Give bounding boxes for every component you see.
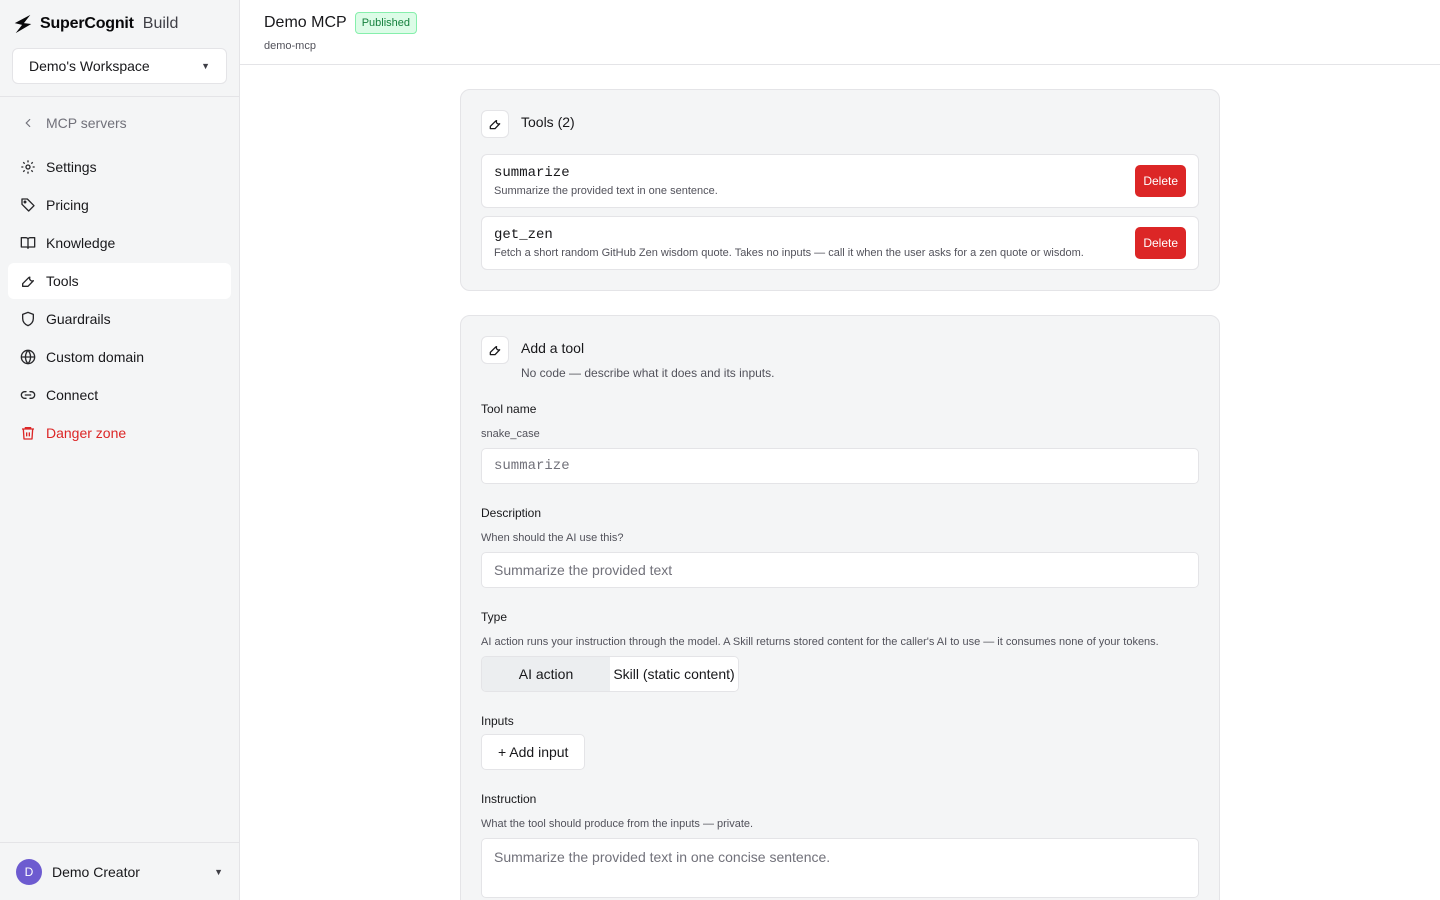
back-label: MCP servers: [46, 115, 127, 131]
sidebar-item-danger-zone[interactable]: Danger zone: [8, 415, 231, 451]
tool-name-field: Tool name snake_case: [481, 402, 1199, 484]
instruction-field: Instruction What the tool should produce…: [481, 792, 1199, 900]
user-name: Demo Creator: [52, 863, 140, 880]
sidebar-item-tools[interactable]: Tools: [8, 263, 231, 299]
field-label: Description: [481, 506, 542, 520]
sidebar-item-guardrails[interactable]: Guardrails: [8, 301, 231, 337]
tools-card-header: Tools (2): [481, 110, 1199, 138]
content-area: Tools (2) summarize Summarize the provid…: [240, 65, 1440, 900]
sidebar-item-label: Guardrails: [46, 311, 111, 327]
sidebar-item-label: Knowledge: [46, 235, 116, 251]
brand-name: SuperCognit: [40, 15, 134, 32]
shield-icon: [20, 311, 36, 327]
tool-description: Fetch a short random GitHub Zen wisdom q…: [494, 247, 1084, 259]
page-header: Demo MCP Published demo-mcp: [240, 0, 1440, 65]
field-help: snake_case: [481, 428, 540, 440]
avatar: D: [16, 858, 42, 885]
wrench-icon: [481, 110, 509, 138]
delete-tool-button[interactable]: Delete: [1135, 227, 1186, 259]
field-help: When should the AI use this?: [481, 532, 624, 544]
main-panel: Demo MCP Published demo-mcp Tools (2) su…: [240, 0, 1440, 900]
bolt-logo-icon: [12, 13, 34, 35]
workspace-selector[interactable]: Demo's Workspace ▼: [12, 48, 227, 84]
add-input-button[interactable]: + Add input: [481, 734, 586, 770]
tool-info: get_zen Fetch a short random GitHub Zen …: [494, 227, 1084, 259]
add-tool-header: Add a tool No code — describe what it do…: [481, 336, 1199, 380]
sidebar-item-label: Custom domain: [46, 349, 145, 365]
wrench-icon: [481, 336, 509, 364]
tool-name: get_zen: [494, 227, 553, 243]
status-badge: Published: [354, 12, 418, 34]
sidebar-item-label: Danger zone: [46, 425, 127, 441]
inputs-field: Inputs + Add input: [481, 714, 1199, 770]
description-input[interactable]: [481, 552, 1199, 588]
sidebar-item-knowledge[interactable]: Knowledge: [8, 225, 231, 261]
server-slug: demo-mcp: [264, 40, 316, 52]
sidebar-item-custom-domain[interactable]: Custom domain: [8, 339, 231, 375]
globe-icon: [20, 349, 36, 365]
add-tool-heading: Add a tool No code — describe what it do…: [521, 336, 774, 380]
add-tool-card: Add a tool No code — describe what it do…: [460, 315, 1220, 900]
user-menu[interactable]: D Demo Creator ▼: [0, 842, 239, 900]
add-tool-subtitle: No code — describe what it does and its …: [521, 366, 775, 380]
instruction-textarea[interactable]: [481, 838, 1199, 898]
tool-row-get-zen: get_zen Fetch a short random GitHub Zen …: [481, 216, 1199, 270]
tool-name: summarize: [494, 165, 570, 181]
type-option-skill[interactable]: Skill (static content): [610, 657, 738, 691]
field-label: Tool name: [481, 402, 537, 416]
sidebar-item-connect[interactable]: Connect: [8, 377, 231, 413]
brand[interactable]: SuperCognit Build: [0, 0, 239, 36]
tools-card-title: Tools (2): [521, 114, 575, 130]
field-help: AI action runs your instruction through …: [481, 636, 1159, 648]
caret-down-icon: ▼: [214, 866, 223, 877]
tool-description: Summarize the provided text in one sente…: [494, 185, 718, 197]
back-to-mcp-servers[interactable]: MCP servers: [8, 105, 231, 141]
description-field: Description When should the AI use this?: [481, 506, 1199, 588]
book-icon: [20, 235, 36, 251]
page-title: Demo MCP: [264, 14, 347, 31]
sidebar-nav: MCP servers Settings Pricing Knowledge T…: [0, 97, 239, 451]
chevron-left-icon: [20, 115, 36, 131]
tool-info: summarize Summarize the provided text in…: [494, 165, 718, 197]
sidebar-item-label: Pricing: [46, 197, 89, 213]
gear-icon: [20, 159, 36, 175]
field-label: Type: [481, 610, 508, 624]
type-toggle: AI action Skill (static content): [481, 656, 739, 692]
app-root: SuperCognit Build Demo's Workspace ▼ MCP…: [0, 0, 1440, 900]
trash-icon: [20, 425, 36, 441]
sidebar: SuperCognit Build Demo's Workspace ▼ MCP…: [0, 0, 240, 900]
tool-row-summarize: summarize Summarize the provided text in…: [481, 154, 1199, 208]
field-help: What the tool should produce from the in…: [481, 818, 754, 830]
sidebar-item-settings[interactable]: Settings: [8, 149, 231, 185]
type-field: Type AI action runs your instruction thr…: [481, 610, 1199, 692]
wrench-icon: [20, 273, 36, 289]
field-label: Instruction: [481, 792, 537, 806]
sidebar-item-label: Connect: [46, 387, 99, 403]
sidebar-item-label: Settings: [46, 159, 97, 175]
tool-name-input[interactable]: [481, 448, 1199, 484]
sidebar-item-pricing[interactable]: Pricing: [8, 187, 231, 223]
tools-card: Tools (2) summarize Summarize the provid…: [460, 89, 1220, 291]
workspace-label: Demo's Workspace: [29, 58, 150, 74]
sidebar-item-label: Tools: [46, 273, 79, 289]
link-icon: [20, 387, 36, 403]
add-tool-title: Add a tool: [521, 340, 585, 356]
field-label: Inputs: [481, 714, 514, 728]
title-row: Demo MCP Published: [264, 12, 1416, 34]
type-option-ai-action[interactable]: AI action: [482, 657, 610, 691]
caret-down-icon: ▼: [201, 61, 210, 71]
tag-icon: [20, 197, 36, 213]
brand-suffix: Build: [142, 15, 179, 32]
delete-tool-button[interactable]: Delete: [1135, 165, 1186, 197]
